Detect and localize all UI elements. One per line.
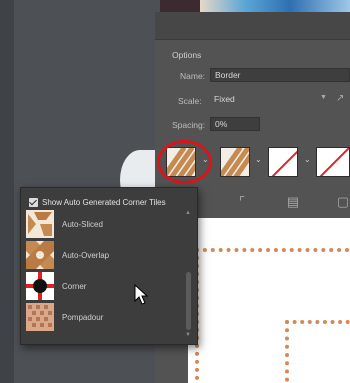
tile-label: Corner <box>62 281 87 291</box>
tile-tool-icon[interactable]: ▢ <box>332 193 350 211</box>
selection-highlight <box>157 140 212 184</box>
list-item[interactable]: Auto-Sliced <box>26 210 186 238</box>
chevron-up-icon[interactable]: ▲ <box>185 210 191 216</box>
tile-label: Auto-Sliced <box>62 219 103 229</box>
pompadour-tile-icon <box>26 303 54 331</box>
corner-tile-dropdown: Show Auto Generated Corner Tiles Auto-Sl… <box>20 187 198 345</box>
panel-header <box>155 12 350 40</box>
tile-tool-icon[interactable]: ⌜ <box>231 193 253 211</box>
name-field[interactable]: Border <box>210 68 350 82</box>
list-item[interactable]: Corner <box>26 272 186 300</box>
tile-label: Pompadour <box>62 312 104 322</box>
spacing-label: Spacing: <box>172 120 206 130</box>
checkbox-label: Show Auto Generated Corner Tiles <box>42 197 166 207</box>
checkbox[interactable] <box>29 197 38 207</box>
chevron-down-icon[interactable]: ▼ <box>320 94 327 101</box>
corner-tile-icon <box>26 272 54 300</box>
auto-overlap-tile-icon <box>26 241 54 269</box>
mouse-pointer-icon <box>134 284 149 305</box>
none-tile-swatch[interactable] <box>268 147 298 177</box>
pattern-border-inner <box>285 320 350 383</box>
auto-sliced-tile-icon <box>26 210 54 238</box>
tile-tool-icon[interactable]: ▤ <box>282 193 304 211</box>
dropdown-scrollbar[interactable]: ▲ ▼ <box>185 210 192 340</box>
left-dock-strip <box>0 0 14 383</box>
tile-label: Auto-Overlap <box>62 250 110 260</box>
name-label: Name: <box>180 71 206 81</box>
scale-label: Scale: <box>178 96 202 106</box>
options-section-title: Options <box>172 50 202 60</box>
list-item[interactable]: Auto-Overlap <box>26 241 186 269</box>
side-tile-swatch[interactable] <box>220 147 250 177</box>
chevron-down-icon[interactable]: ⌄ <box>255 155 262 164</box>
none-tile-swatch[interactable] <box>316 147 350 177</box>
scroll-thumb[interactable] <box>186 272 191 330</box>
scale-select[interactable]: Fixed <box>210 93 332 107</box>
show-auto-corner-tiles-option[interactable]: Show Auto Generated Corner Tiles <box>29 196 166 208</box>
spacing-field[interactable]: 0% <box>210 117 260 131</box>
chevron-down-icon[interactable]: ⌄ <box>304 155 311 164</box>
chevron-down-icon[interactable]: ▼ <box>185 332 191 338</box>
list-item[interactable]: Pompadour <box>26 303 186 331</box>
link-icon[interactable]: ↗ <box>336 93 344 104</box>
